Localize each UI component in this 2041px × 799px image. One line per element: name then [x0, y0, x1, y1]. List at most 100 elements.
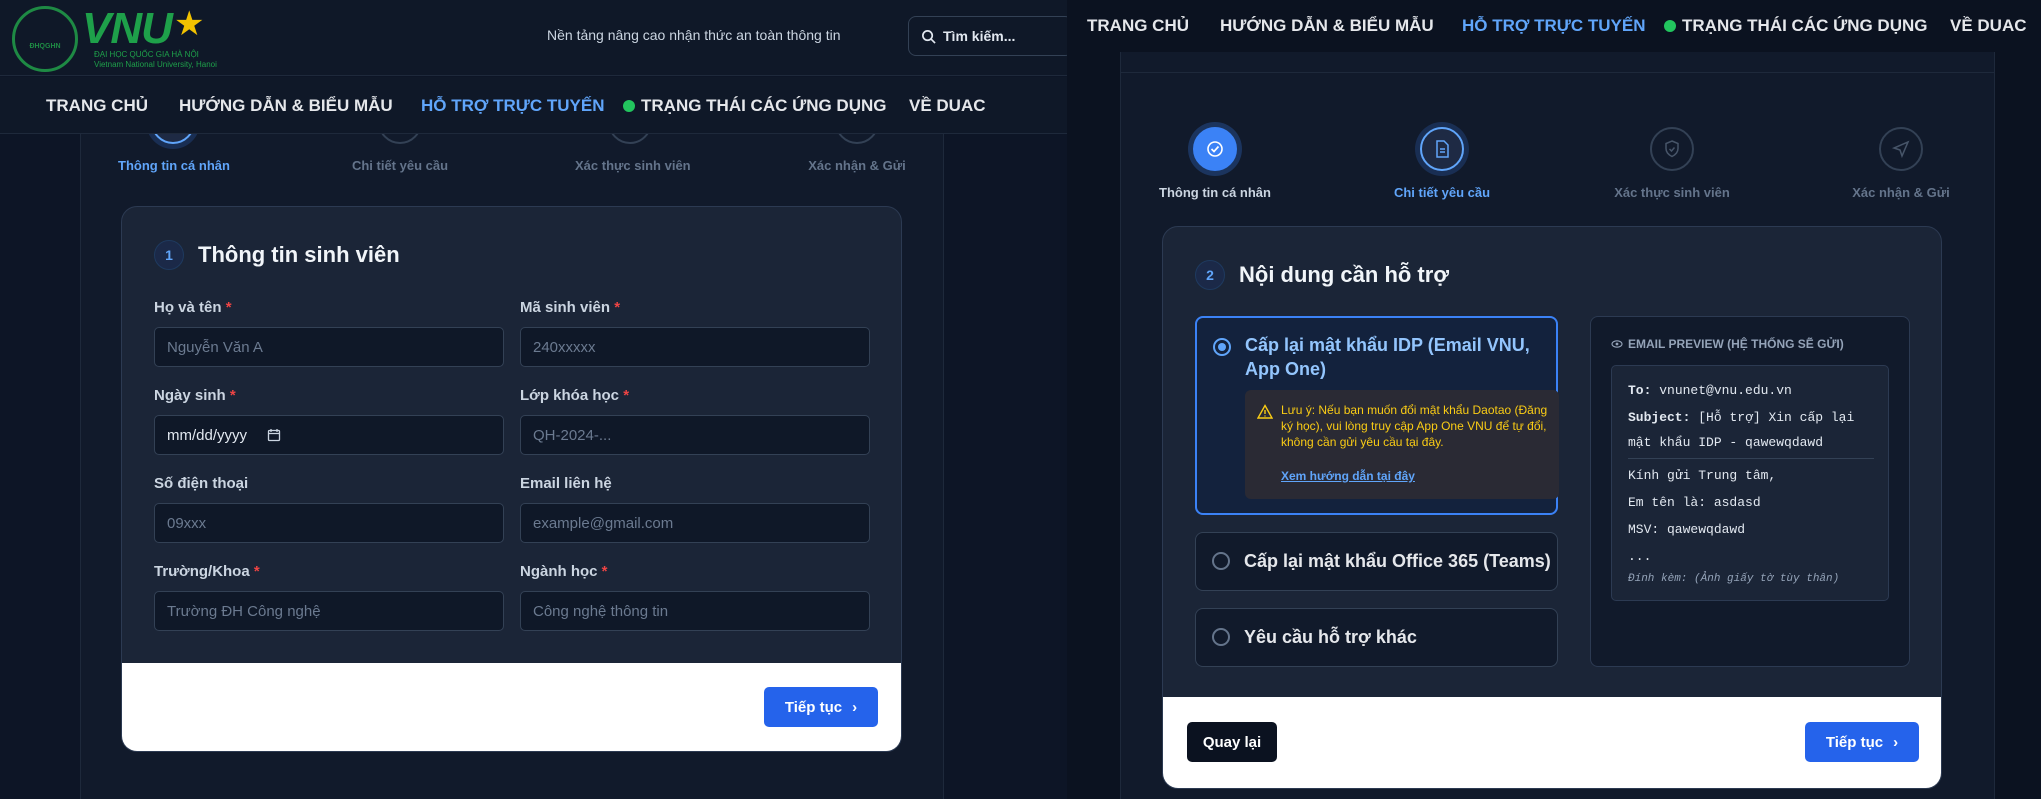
option-label: Cấp lại mật khẩu Office 365 (Teams) — [1244, 551, 1551, 571]
nav-online-support[interactable]: HỖ TRỢ TRỰC TUYẾN — [421, 77, 605, 134]
search-icon — [922, 29, 936, 44]
step-request-details[interactable]: Chi tiết yêu cầu — [1377, 127, 1507, 200]
logo-wordmark: VNU — [82, 4, 173, 53]
email-subject: Subject: [Hỗ trợ] Xin cấp lại — [1628, 410, 1855, 425]
card-header: 1 Thông tin sinh viên — [154, 240, 400, 270]
option-label: Cấp lại mật khẩu IDP (Email VNU, App One… — [1245, 335, 1530, 379]
right-screen: TRANG CHỦ HƯỚNG DẪN & BIỂU MẪU HỖ TRỢ TR… — [1067, 0, 2041, 799]
status-dot-icon — [623, 100, 635, 112]
major-label: Ngành học * — [520, 563, 608, 580]
nav-about[interactable]: VỀ DUAC — [909, 77, 986, 134]
option-label: Yêu cầu hỗ trợ khác — [1244, 627, 1417, 647]
email-to: To: vnunet@vnu.edu.vn — [1628, 383, 1792, 398]
step-label: Xác nhận & Gửi — [808, 158, 906, 173]
chevron-right-icon: › — [1893, 733, 1899, 751]
preview-title: EMAIL PREVIEW (HỆ THỐNG SẼ GỬI) — [1611, 337, 1844, 351]
class-input[interactable] — [520, 415, 870, 455]
option-other-request[interactable]: Yêu cầu hỗ trợ khác — [1195, 608, 1558, 667]
chevron-right-icon: › — [852, 698, 858, 716]
back-button[interactable]: Quay lại — [1187, 722, 1277, 762]
guide-link[interactable]: Xem hướng dẫn tại đây — [1281, 469, 1415, 483]
search-box[interactable]: Tìm kiếm... — [908, 16, 1067, 56]
calendar-icon[interactable] — [267, 428, 281, 442]
next-button[interactable]: Tiếp tục › — [1805, 722, 1919, 762]
eye-icon — [1611, 340, 1623, 348]
faculty-label: Trường/Khoa * — [154, 563, 260, 580]
step-label: Xác thực sinh viên — [1614, 185, 1730, 200]
email-input[interactable] — [520, 503, 870, 543]
step-label: Thông tin cá nhân — [118, 158, 230, 173]
notice-text: Lưu ý: Nếu bạn muốn đổi mật khẩu Daotao … — [1281, 403, 1548, 449]
email-preview-box: To: vnunet@vnu.edu.vn Subject: [Hỗ trợ] … — [1611, 365, 1889, 601]
email-label: Email liên hệ — [520, 475, 612, 492]
radio-button[interactable] — [1212, 628, 1230, 646]
next-button-label: Tiếp tục — [784, 698, 843, 716]
phone-label: Số điện thoại — [154, 475, 249, 492]
step-number-badge: 2 — [1195, 260, 1225, 290]
radio-button[interactable] — [1212, 552, 1230, 570]
step-number-badge: 1 — [154, 240, 184, 270]
birthday-label: Ngày sinh * — [154, 387, 236, 404]
document-icon — [1420, 127, 1464, 171]
class-label: Lớp khóa học * — [520, 387, 630, 404]
email-greeting: Kính gửi Trung tâm, — [1628, 468, 1777, 483]
nav-guides[interactable]: HƯỚNG DẪN & BIỂU MẪU — [1220, 0, 1434, 52]
card-footer: Quay lại Tiếp tục › — [1163, 697, 1941, 788]
step-verification[interactable]: Xác thực sinh viên — [1607, 127, 1737, 200]
email-preview-panel: EMAIL PREVIEW (HỆ THỐNG SẼ GỬI) To: vnun… — [1590, 316, 1910, 667]
site-header: ĐHQGHN VNU ★ ĐẠI HỌC QUỐC GIA HÀ NỘI Vie… — [0, 0, 1067, 76]
next-button[interactable]: Tiếp tục › — [764, 687, 878, 727]
option-office365-password[interactable]: Cấp lại mật khẩu Office 365 (Teams) — [1195, 532, 1558, 591]
step-label: Chi tiết yêu cầu — [351, 158, 449, 173]
email-attachment: Đính kèm: (Ảnh giấy tờ tùy thân) — [1628, 573, 1840, 585]
main-nav: TRANG CHỦ HƯỚNG DẪN & BIỂU MẪU HỖ TRỢ TR… — [1067, 0, 2041, 52]
left-screen: Thông tin cá nhân Chi tiết yêu cầu Xác t… — [0, 0, 1067, 799]
check-circle-icon — [1193, 127, 1237, 171]
nav-app-status-label: TRẠNG THÁI CÁC ỨNG DỤNG — [641, 96, 887, 115]
date-placeholder: mm/dd/yyyy — [167, 426, 248, 444]
support-content-card: 2 Nội dung cần hỗ trợ Cấp lại mật khẩu I… — [1162, 226, 1942, 789]
site-tagline: Nền tảng nâng cao nhận thức an toàn thôn… — [547, 27, 841, 43]
major-input[interactable] — [520, 591, 870, 631]
email-msv-line: MSV: qawewqdawd — [1628, 522, 1746, 537]
vnu-logo[interactable]: ĐHQGHN VNU ★ ĐẠI HỌC QUỐC GIA HÀ NỘI Vie… — [12, 4, 222, 72]
email-subject-cont: mật khẩu IDP - qawewqdawd — [1628, 435, 1824, 450]
nav-about[interactable]: VỀ DUAC — [1950, 0, 2027, 52]
status-dot-icon — [1664, 20, 1676, 32]
next-button-label: Tiếp tục — [1825, 733, 1884, 751]
fullname-label: Họ và tên * — [154, 299, 232, 316]
nav-guides[interactable]: HƯỚNG DẪN & BIỂU MẪU — [179, 77, 393, 134]
fullname-input[interactable] — [154, 327, 504, 367]
nav-app-status[interactable]: TRẠNG THÁI CÁC ỨNG DỤNG — [623, 77, 886, 134]
student-info-card: 1 Thông tin sinh viên Họ và tên * Mã sin… — [121, 206, 902, 752]
student-id-input[interactable] — [520, 327, 870, 367]
faculty-input[interactable] — [154, 591, 504, 631]
divider — [1121, 72, 1994, 73]
card-footer: Tiếp tục › — [122, 663, 901, 751]
nav-home[interactable]: TRANG CHỦ — [1087, 0, 1189, 52]
nav-home[interactable]: TRANG CHỦ — [46, 77, 148, 134]
step-label: Xác thực sinh viên — [575, 158, 691, 173]
email-name-line: Em tên là: asdasd — [1628, 495, 1761, 510]
option-idp-password[interactable]: Cấp lại mật khẩu IDP (Email VNU, App One… — [1195, 316, 1559, 515]
step-personal-info[interactable]: Thông tin cá nhân — [1150, 127, 1280, 200]
nav-app-status-label: TRẠNG THÁI CÁC ỨNG DỤNG — [1682, 16, 1928, 35]
send-icon — [1879, 127, 1923, 171]
nav-app-status[interactable]: TRẠNG THÁI CÁC ỨNG DỤNG — [1664, 0, 1927, 52]
divider — [1628, 458, 1874, 459]
logo-subtitle-vi: ĐẠI HỌC QUỐC GIA HÀ NỘI — [94, 50, 199, 59]
birthday-input[interactable]: mm/dd/yyyy — [154, 415, 504, 455]
step-confirm-send[interactable]: Xác nhận & Gửi — [1836, 127, 1966, 200]
card-title: Nội dung cần hỗ trợ — [1239, 262, 1449, 287]
logo-subtitle-en: Vietnam National University, Hanoi — [94, 60, 217, 69]
step-label: Chi tiết yêu cầu — [1393, 185, 1491, 200]
notice-box: Lưu ý: Nếu bạn muốn đổi mật khẩu Daotao … — [1245, 390, 1559, 499]
warning-icon — [1257, 404, 1273, 419]
nav-online-support[interactable]: HỖ TRỢ TRỰC TUYẾN — [1462, 0, 1646, 52]
shield-check-icon — [1650, 127, 1694, 171]
phone-input[interactable] — [154, 503, 504, 543]
step-label: Xác nhận & Gửi — [1852, 185, 1950, 200]
radio-button[interactable] — [1213, 338, 1231, 356]
student-id-label: Mã sinh viên * — [520, 299, 621, 316]
logo-emblem: ĐHQGHN — [12, 6, 78, 72]
